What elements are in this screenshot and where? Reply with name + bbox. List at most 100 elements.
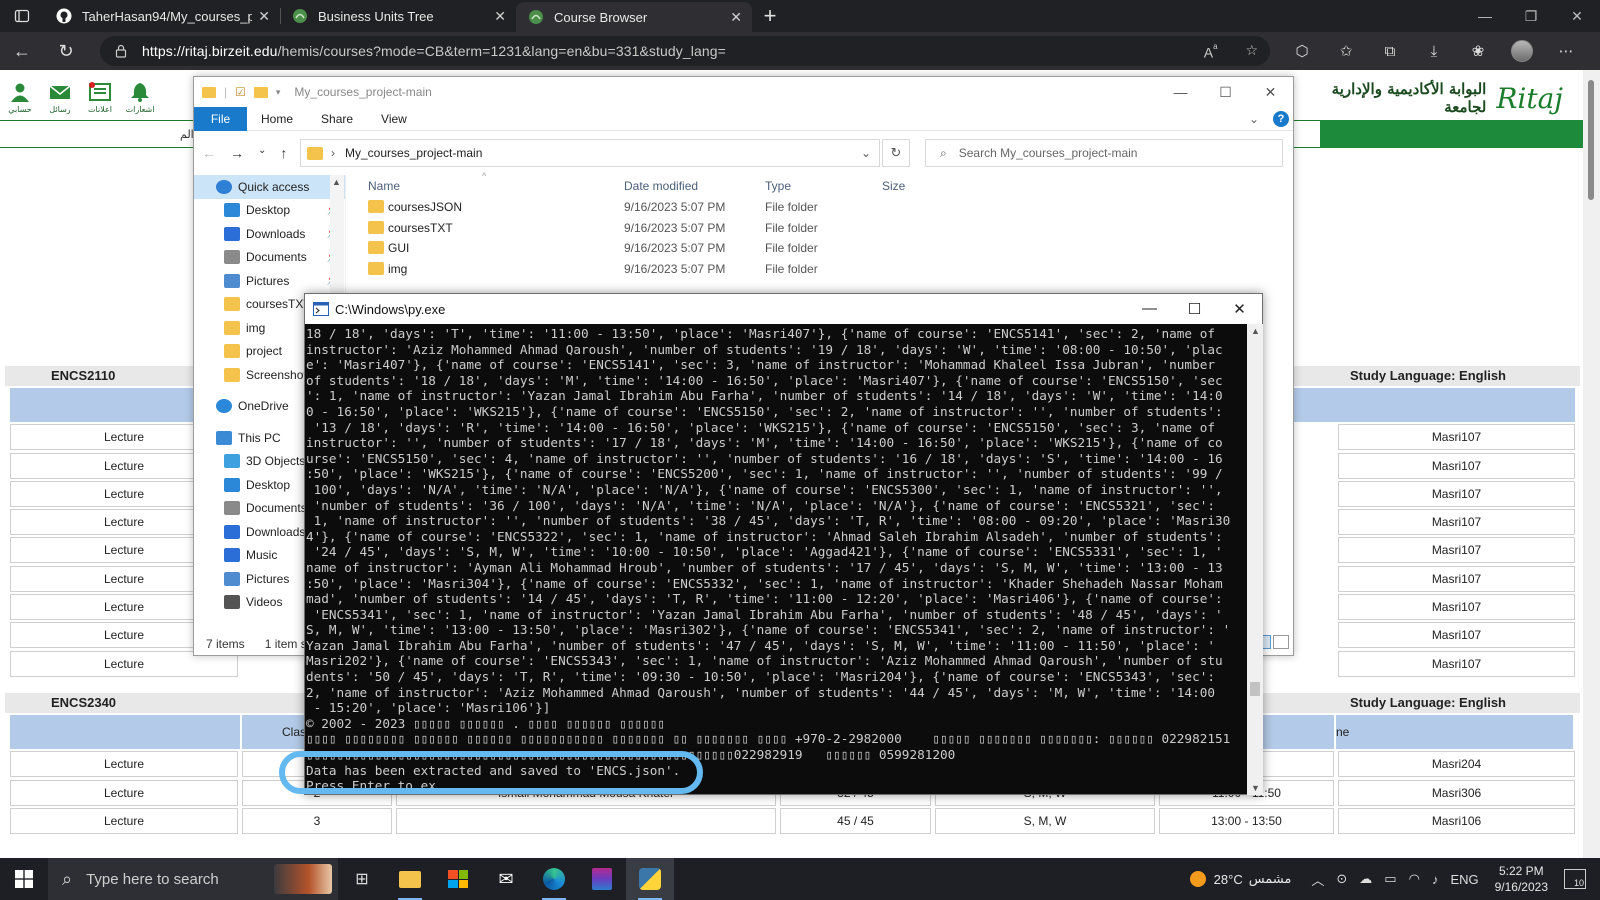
column-date-modified[interactable]: Date modified bbox=[624, 179, 698, 193]
close-icon[interactable]: ✕ bbox=[1554, 0, 1600, 32]
close-icon[interactable]: ✕ bbox=[1217, 300, 1262, 318]
close-icon[interactable]: ✕ bbox=[1248, 84, 1293, 101]
recent-locations-icon[interactable]: ⌄ bbox=[258, 145, 266, 161]
file-date: 9/16/2023 5:07 PM bbox=[624, 261, 726, 276]
ribbon-home-tab[interactable]: Home bbox=[247, 112, 307, 126]
expand-ribbon-icon[interactable]: ⌄ bbox=[1249, 112, 1259, 126]
quick-access-dropdown-icon[interactable]: ▾ bbox=[276, 87, 281, 98]
column-type[interactable]: Type bbox=[765, 179, 791, 193]
microsoft-store-icon[interactable] bbox=[434, 858, 482, 900]
nav-item-label: Documents bbox=[246, 501, 307, 516]
nav-item-downloads[interactable]: Downloads📌 bbox=[194, 222, 345, 246]
notification-center-icon[interactable]: 10 bbox=[1564, 869, 1586, 889]
performance-icon[interactable]: ❀ bbox=[1456, 42, 1500, 60]
room-cell: Masri107 bbox=[1338, 424, 1575, 451]
windows-start-icon[interactable] bbox=[0, 858, 48, 900]
forward-arrow-icon[interactable]: → bbox=[230, 145, 244, 161]
file-row[interactable]: img 9/16/2023 5:07 PM File folder bbox=[354, 259, 1294, 280]
page-scrollbar[interactable] bbox=[1583, 70, 1600, 858]
people-icon[interactable]: ⊙ bbox=[1336, 871, 1347, 887]
file-row[interactable]: coursesTXT 9/16/2023 5:07 PM File folder bbox=[354, 218, 1294, 239]
close-tab-icon[interactable]: ✕ bbox=[730, 9, 742, 26]
python-launcher-icon[interactable] bbox=[626, 858, 674, 900]
3d-objects-icon bbox=[224, 454, 240, 469]
address-bar[interactable]: https://ritaj.birzeit.edu/hemis/courses?… bbox=[100, 36, 1270, 66]
volume-icon[interactable]: ♪ bbox=[1432, 872, 1439, 887]
restore-icon[interactable]: ❐ bbox=[1508, 0, 1554, 32]
ribbon-file-tab[interactable]: File bbox=[194, 106, 247, 131]
red-panda-search-highlight-icon[interactable] bbox=[274, 864, 332, 894]
close-tab-icon[interactable]: ✕ bbox=[494, 8, 506, 25]
new-tab-button[interactable]: + bbox=[752, 0, 788, 32]
properties-icon[interactable]: ☑ bbox=[235, 85, 246, 99]
nav-item-documents[interactable]: Documents📌 bbox=[194, 246, 345, 270]
weather-condition[interactable]: مشمس bbox=[1249, 871, 1292, 887]
wifi-icon[interactable]: ◠ bbox=[1409, 871, 1420, 887]
column-name[interactable]: Name bbox=[368, 179, 400, 193]
browser-tab-business-units[interactable]: Business Units Tree ✕ bbox=[280, 0, 516, 32]
mail-icon bbox=[49, 85, 71, 99]
taskbar-clock[interactable]: 5:22 PM 9/16/2023 bbox=[1495, 863, 1548, 895]
messages-link[interactable]: رسائل bbox=[40, 70, 80, 120]
taskbar-search-box[interactable]: ⌕ Type here to search bbox=[48, 858, 338, 900]
announcements-link[interactable]: اعلانات bbox=[80, 70, 120, 120]
refresh-icon[interactable]: ↻ bbox=[882, 139, 910, 167]
profile-avatar[interactable] bbox=[1500, 40, 1544, 62]
nav-item-desktop[interactable]: Desktop📌 bbox=[194, 199, 345, 223]
close-tab-icon[interactable]: ✕ bbox=[258, 8, 270, 25]
maximize-icon[interactable]: ☐ bbox=[1203, 84, 1248, 101]
edge-browser-icon[interactable] bbox=[530, 858, 578, 900]
minimize-icon[interactable]: — bbox=[1462, 0, 1508, 32]
path-chevron-icon[interactable]: › bbox=[331, 146, 335, 160]
notifications-link[interactable]: اشعارات bbox=[120, 70, 160, 120]
explorer-search-input[interactable]: ⌕ Search My_courses_project-main bbox=[925, 139, 1283, 167]
downloads-icon[interactable]: ⤓ bbox=[1412, 43, 1456, 60]
onedrive-cloud-icon[interactable]: ☁ bbox=[1359, 871, 1372, 887]
nav-item-pictures[interactable]: Pictures📌 bbox=[194, 269, 345, 293]
nav-item-quick-access[interactable]: Quick access bbox=[194, 175, 345, 199]
up-arrow-icon[interactable]: ↑ bbox=[280, 145, 287, 161]
read-aloud-icon[interactable]: Aᵃ bbox=[1204, 42, 1218, 61]
browser-tab-github[interactable]: TaherHasan94/My_courses_proje ✕ bbox=[44, 0, 280, 32]
file-row[interactable]: GUI 9/16/2023 5:07 PM File folder bbox=[354, 238, 1294, 259]
bell-icon bbox=[131, 83, 149, 102]
nav-item-label: Desktop bbox=[246, 203, 291, 218]
task-view-icon[interactable]: ⊞ bbox=[338, 858, 386, 900]
favorites-icon[interactable]: ✩ bbox=[1324, 42, 1368, 60]
back-arrow-icon[interactable]: ← bbox=[202, 145, 216, 161]
file-explorer-taskbar-icon[interactable] bbox=[386, 858, 434, 900]
mail-taskbar-icon[interactable]: ✉ bbox=[482, 858, 530, 900]
ribbon-share-tab[interactable]: Share bbox=[307, 112, 367, 126]
battery-icon[interactable]: ▭ bbox=[1384, 871, 1396, 887]
large-icons-view-icon[interactable] bbox=[1273, 635, 1289, 649]
extensions-icon[interactable]: ⬡ bbox=[1280, 42, 1324, 60]
console-output[interactable]: 18 / 18', 'days': 'T', 'time': '11:00 - … bbox=[305, 324, 1247, 795]
file-row[interactable]: coursesJSON 9/16/2023 5:07 PM File folder bbox=[354, 197, 1294, 218]
minimize-icon[interactable]: — bbox=[1127, 300, 1172, 318]
input-language[interactable]: ENG bbox=[1450, 872, 1478, 887]
browser-tab-course-browser[interactable]: Course Browser ✕ bbox=[516, 2, 752, 32]
column-size[interactable]: Size bbox=[882, 179, 905, 193]
help-icon[interactable]: ? bbox=[1273, 110, 1289, 127]
tab-actions-icon[interactable] bbox=[0, 0, 44, 32]
show-hidden-icons-chevron[interactable]: ︿ bbox=[1311, 870, 1324, 889]
minimize-icon[interactable]: — bbox=[1158, 84, 1203, 101]
console-scrollbar[interactable]: ▲ ▼ bbox=[1247, 324, 1263, 795]
collections-icon[interactable]: ⧉ bbox=[1368, 43, 1412, 60]
favorite-star-icon[interactable]: ☆ bbox=[1245, 42, 1258, 61]
ribbon-view-tab[interactable]: View bbox=[367, 112, 421, 126]
account-link[interactable]: حسابي bbox=[0, 70, 40, 120]
explorer-address-bar[interactable]: › My_courses_project-main ⌄ bbox=[300, 139, 880, 167]
more-menu-icon[interactable]: ⋯ bbox=[1544, 42, 1588, 60]
winrar-icon[interactable] bbox=[578, 858, 626, 900]
room-cell: Masri107 bbox=[1338, 537, 1575, 564]
reload-icon[interactable]: ↻ bbox=[44, 32, 88, 70]
maximize-icon[interactable]: ☐ bbox=[1172, 300, 1217, 318]
selection-count: 1 item s bbox=[264, 637, 307, 651]
account-label: حسابي bbox=[8, 105, 32, 114]
weather-temperature[interactable]: 28°C bbox=[1214, 872, 1243, 887]
back-arrow-icon[interactable]: ← bbox=[0, 32, 44, 70]
new-folder-icon[interactable] bbox=[253, 86, 268, 98]
explorer-status-bar: 7 items 1 item s bbox=[206, 637, 307, 651]
address-dropdown-icon[interactable]: ⌄ bbox=[861, 146, 871, 160]
